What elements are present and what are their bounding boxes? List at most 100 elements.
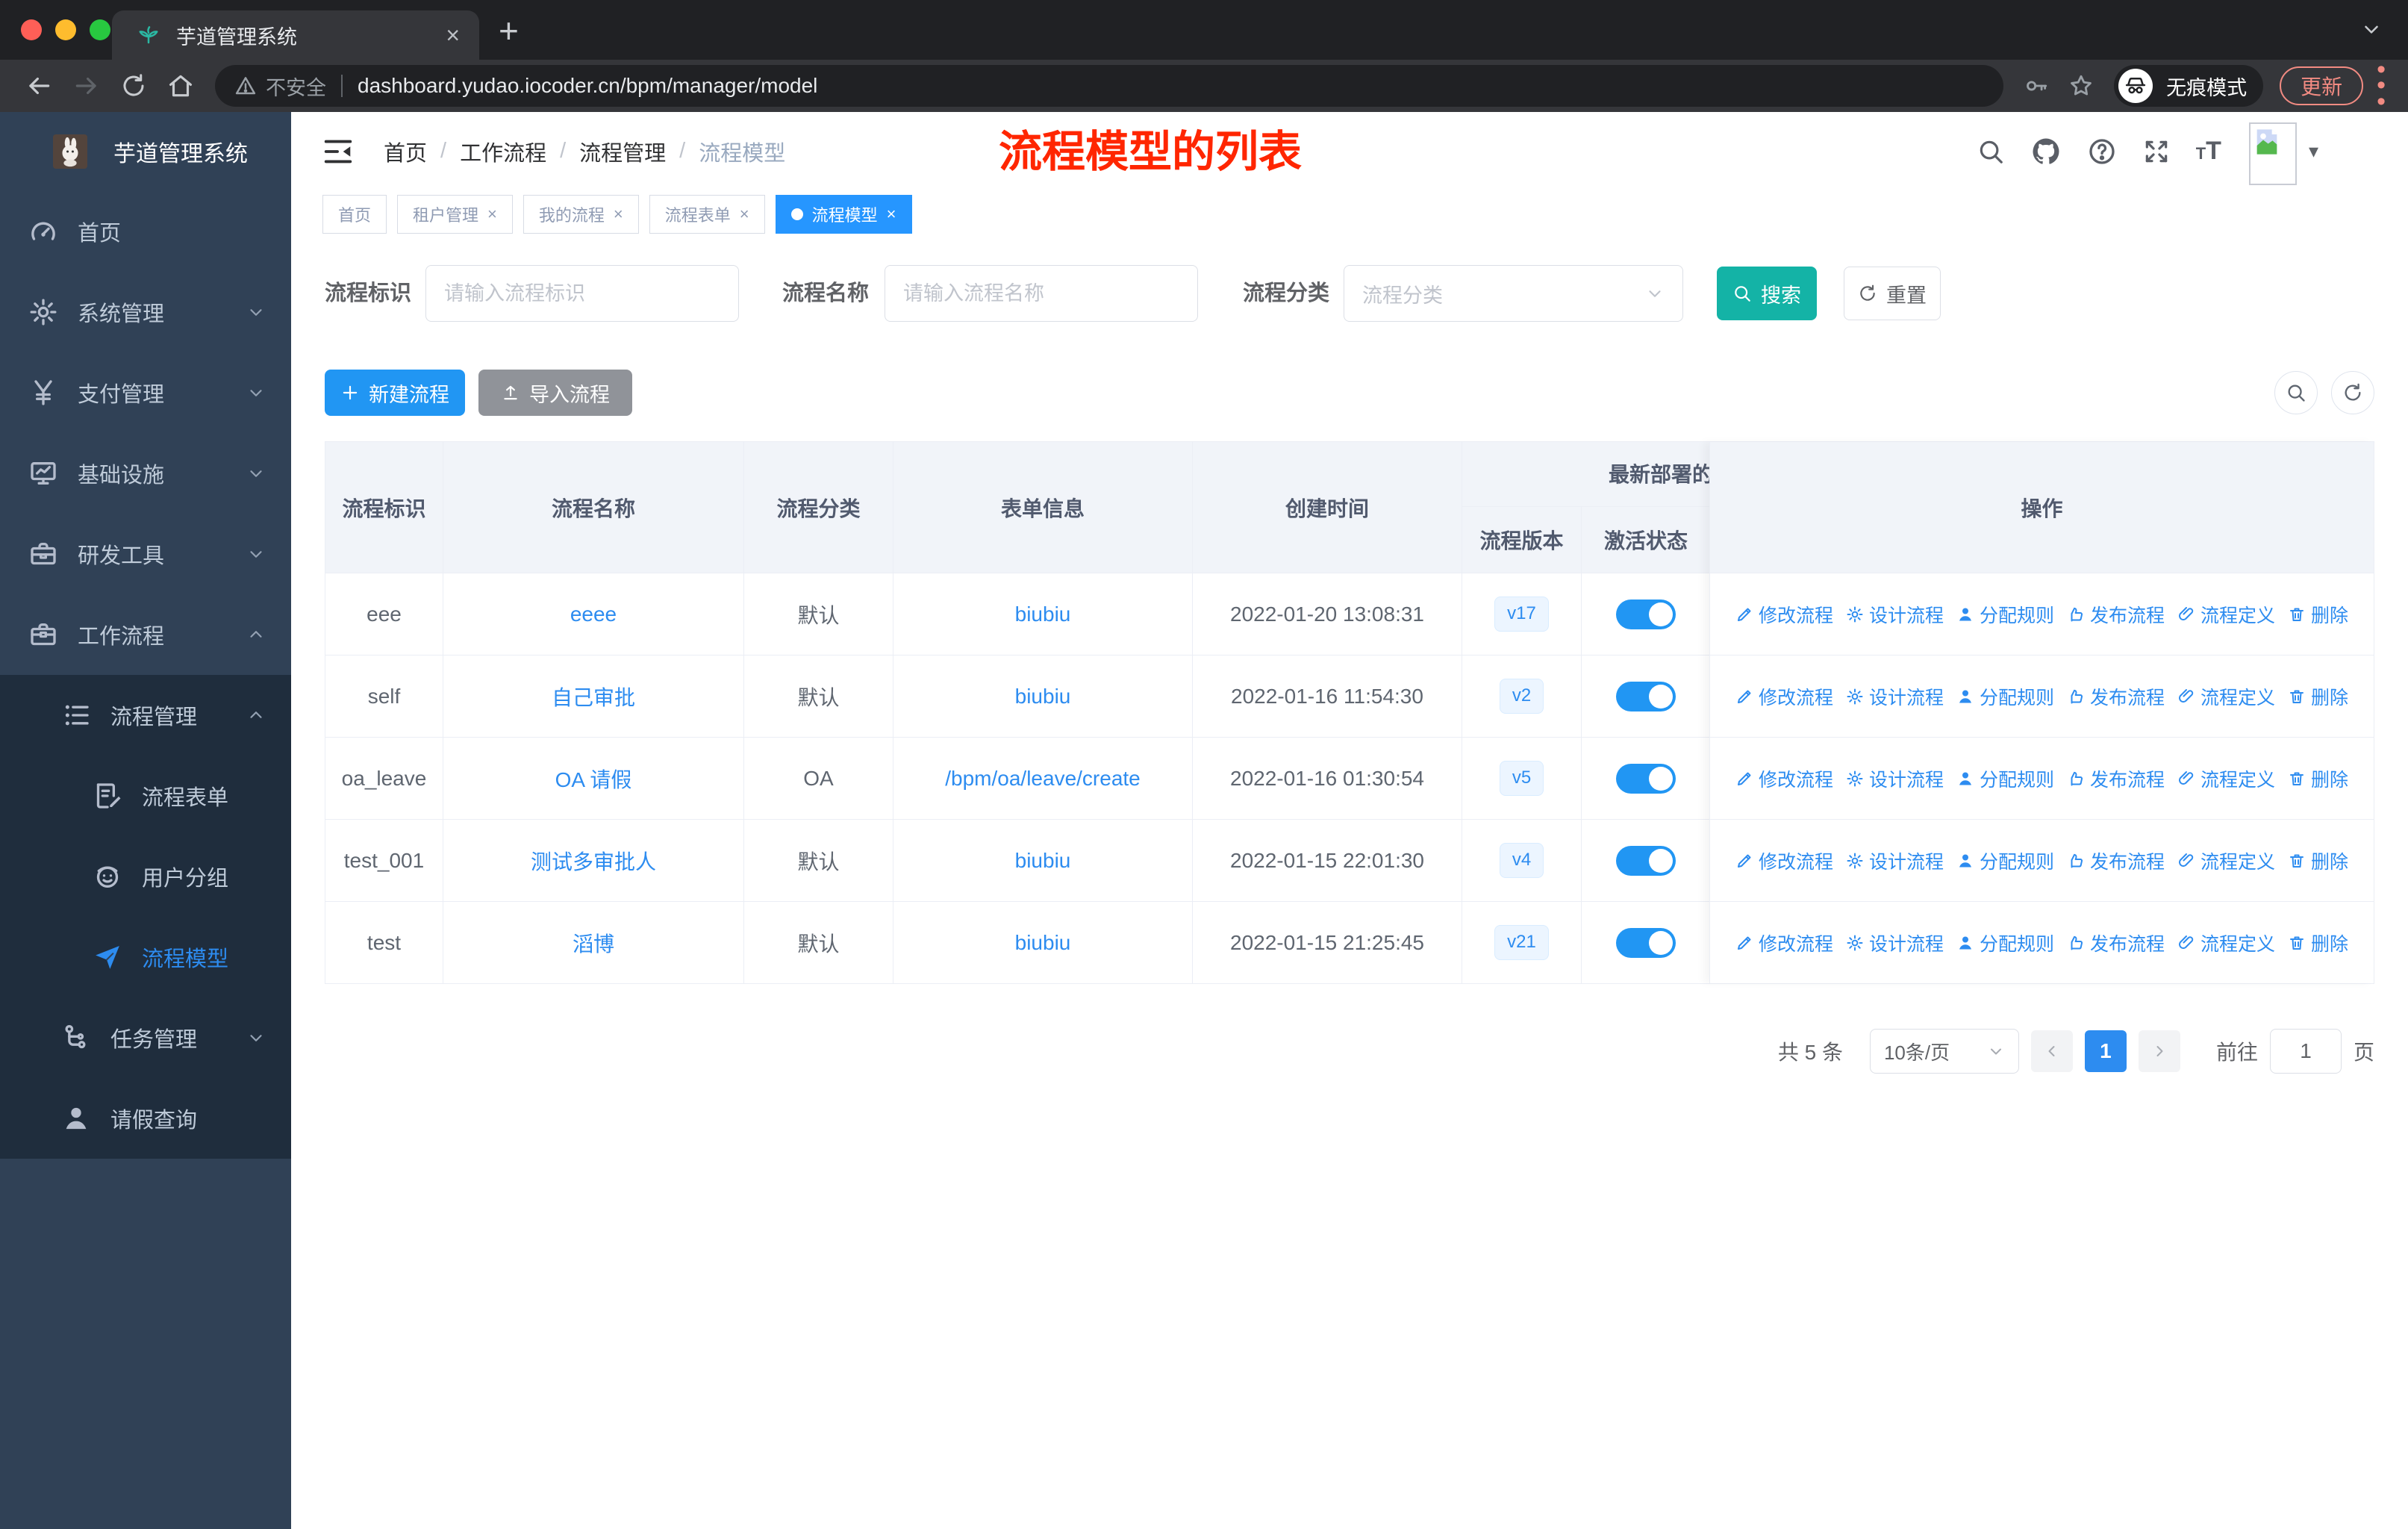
op-分配规则[interactable]: 分配规则: [1956, 929, 2054, 956]
version-tag[interactable]: v4: [1499, 843, 1544, 878]
op-修改流程[interactable]: 修改流程: [1735, 765, 1833, 792]
sidebar-item-task-manage[interactable]: 任务管理: [0, 997, 291, 1078]
form-info-link[interactable]: biubiu: [1015, 849, 1071, 873]
password-key-icon[interactable]: [2024, 73, 2049, 99]
active-toggle[interactable]: [1615, 845, 1676, 876]
op-设计流程[interactable]: 设计流程: [1846, 847, 1944, 874]
tag-close-icon[interactable]: ×: [887, 205, 896, 224]
active-toggle[interactable]: [1615, 599, 1676, 629]
op-流程定义[interactable]: 流程定义: [2177, 601, 2275, 628]
op-设计流程[interactable]: 设计流程: [1846, 683, 1944, 710]
op-删除[interactable]: 删除: [2288, 929, 2348, 956]
sidebar-item-devtools[interactable]: 研发工具: [0, 514, 291, 594]
active-toggle[interactable]: [1615, 681, 1676, 711]
back-button[interactable]: [25, 72, 53, 100]
header-search-icon[interactable]: [1977, 137, 2005, 166]
address-bar[interactable]: 不安全 dashboard.yudao.iocoder.cn/bpm/manag…: [215, 65, 2004, 107]
reset-button[interactable]: 重置: [1844, 267, 1941, 320]
tag-my-process[interactable]: 我的流程 ×: [523, 195, 639, 234]
toggle-search-button[interactable]: [2274, 371, 2318, 414]
op-分配规则[interactable]: 分配规则: [1956, 601, 2054, 628]
process-name-link[interactable]: eeee: [570, 602, 617, 626]
tag-home[interactable]: 首页: [322, 195, 387, 234]
security-status[interactable]: 不安全: [234, 72, 326, 101]
filter-name-input[interactable]: [885, 265, 1198, 322]
refresh-table-button[interactable]: [2331, 371, 2374, 414]
op-分配规则[interactable]: 分配规则: [1956, 683, 2054, 710]
filter-key-input[interactable]: [425, 265, 739, 322]
tag-tenant[interactable]: 租户管理 ×: [397, 195, 513, 234]
search-button[interactable]: 搜索: [1717, 267, 1817, 320]
sidebar-item-home[interactable]: 首页: [0, 191, 291, 272]
op-发布流程[interactable]: 发布流程: [2067, 683, 2165, 710]
op-流程定义[interactable]: 流程定义: [2177, 847, 2275, 874]
form-info-link[interactable]: biubiu: [1015, 685, 1071, 709]
close-window-button[interactable]: [21, 19, 42, 40]
github-icon[interactable]: [2030, 136, 2062, 167]
reload-button[interactable]: [120, 72, 147, 99]
sidebar-item-system[interactable]: 系统管理: [0, 272, 291, 352]
fullscreen-icon[interactable]: [2142, 137, 2171, 166]
op-分配规则[interactable]: 分配规则: [1956, 765, 2054, 792]
prev-page-button[interactable]: [2030, 1030, 2073, 1072]
op-发布流程[interactable]: 发布流程: [2067, 601, 2165, 628]
process-name-link[interactable]: 自己审批: [552, 682, 635, 711]
op-流程定义[interactable]: 流程定义: [2177, 683, 2275, 710]
op-发布流程[interactable]: 发布流程: [2067, 765, 2165, 792]
form-info-link[interactable]: biubiu: [1015, 602, 1071, 626]
user-avatar[interactable]: [2248, 122, 2297, 185]
goto-page-input[interactable]: [2269, 1029, 2342, 1074]
op-修改流程[interactable]: 修改流程: [1735, 929, 1833, 956]
avatar-caret-icon[interactable]: ▾: [2309, 140, 2318, 163]
op-删除[interactable]: 删除: [2288, 683, 2348, 710]
op-删除[interactable]: 删除: [2288, 847, 2348, 874]
process-name-link[interactable]: 滔博: [573, 928, 614, 958]
op-修改流程[interactable]: 修改流程: [1735, 847, 1833, 874]
create-process-button[interactable]: 新建流程: [325, 370, 465, 416]
page-size-select[interactable]: 10条/页: [1869, 1029, 2019, 1074]
tab-search-chevron-icon[interactable]: [2360, 18, 2383, 40]
op-流程定义[interactable]: 流程定义: [2177, 929, 2275, 956]
op-删除[interactable]: 删除: [2288, 601, 2348, 628]
minimize-window-button[interactable]: [55, 19, 76, 40]
tag-close-icon[interactable]: ×: [487, 205, 497, 224]
collapse-sidebar-icon[interactable]: [321, 134, 355, 169]
url-text[interactable]: dashboard.yudao.iocoder.cn/bpm/manager/m…: [358, 74, 817, 98]
op-修改流程[interactable]: 修改流程: [1735, 683, 1833, 710]
sidebar-item-workflow[interactable]: 工作流程: [0, 594, 291, 675]
op-设计流程[interactable]: 设计流程: [1846, 601, 1944, 628]
tag-process-model[interactable]: 流程模型 ×: [775, 195, 912, 234]
op-发布流程[interactable]: 发布流程: [2067, 929, 2165, 956]
version-tag[interactable]: v21: [1494, 925, 1549, 960]
op-设计流程[interactable]: 设计流程: [1846, 765, 1944, 792]
process-name-link[interactable]: 测试多审批人: [531, 846, 656, 876]
op-流程定义[interactable]: 流程定义: [2177, 765, 2275, 792]
form-info-link[interactable]: /bpm/oa/leave/create: [945, 767, 1141, 791]
op-设计流程[interactable]: 设计流程: [1846, 929, 1944, 956]
forward-button[interactable]: [72, 72, 101, 100]
sidebar-item-payment[interactable]: 支付管理: [0, 352, 291, 433]
sidebar-item-process-manage[interactable]: 流程管理: [0, 675, 291, 756]
import-process-button[interactable]: 导入流程: [478, 370, 632, 416]
sidebar-item-user-group[interactable]: 用户分组: [0, 836, 291, 917]
sidebar-item-process-model[interactable]: 流程模型: [0, 917, 291, 997]
browser-tab[interactable]: 芋道管理系统 ×: [112, 10, 479, 60]
sidebar-item-infra[interactable]: 基础设施: [0, 433, 291, 514]
tab-close-icon[interactable]: ×: [446, 23, 460, 47]
form-info-link[interactable]: biubiu: [1015, 931, 1071, 955]
home-button[interactable]: [166, 72, 195, 100]
help-icon[interactable]: [2087, 137, 2117, 166]
browser-menu-icon[interactable]: • • •: [2377, 57, 2386, 113]
op-分配规则[interactable]: 分配规则: [1956, 847, 2054, 874]
current-page-button[interactable]: 1: [2084, 1030, 2127, 1072]
active-toggle[interactable]: [1615, 763, 1676, 794]
filter-category-select[interactable]: 流程分类: [1344, 265, 1683, 322]
version-tag[interactable]: v17: [1494, 597, 1549, 632]
sidebar-item-leave-query[interactable]: 请假查询: [0, 1078, 291, 1159]
bookmark-star-icon[interactable]: [2068, 73, 2094, 99]
breadcrumb-home[interactable]: 首页: [384, 136, 427, 167]
version-tag[interactable]: v2: [1499, 679, 1544, 714]
new-tab-button[interactable]: +: [499, 10, 519, 51]
font-size-icon[interactable]: TT: [2196, 137, 2221, 166]
process-name-link[interactable]: OA 请假: [555, 764, 632, 794]
